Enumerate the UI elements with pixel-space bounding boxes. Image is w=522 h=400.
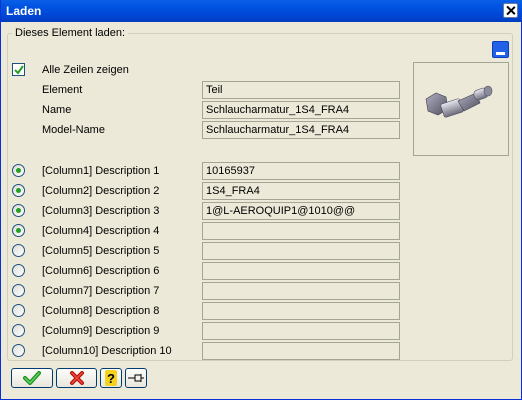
column5-field [202,242,400,260]
name-field: Schlaucharmatur_1S4_FRA4 [202,101,400,119]
column9-field [202,322,400,340]
column10-field [202,342,400,360]
element-field: Teil [202,81,400,99]
show-all-checkbox[interactable] [12,63,25,76]
title-bar[interactable]: Laden [1,0,522,22]
question-icon: ? [105,370,117,386]
minimize-icon[interactable] [492,41,509,58]
column4-radio[interactable] [12,224,25,237]
show-all-label: Alle Zeilen zeigen [42,64,129,76]
checkmark-icon [23,371,41,385]
model-name-field: Schlaucharmatur_1S4_FRA4 [202,121,400,139]
preview-panel[interactable] [413,62,509,156]
help-button[interactable]: ? [100,368,122,388]
column7-radio[interactable] [12,284,25,297]
column5-label: [Column5] Description 5 [42,245,160,257]
column5-radio[interactable] [12,244,25,257]
checkmark-icon [14,65,24,75]
column3-radio[interactable] [12,204,25,217]
column8-radio[interactable] [12,304,25,317]
column2-radio[interactable] [12,184,25,197]
column1-radio[interactable] [12,164,25,177]
element-label: Element [42,84,83,96]
column7-label: [Column7] Description 7 [42,285,160,297]
column8-field [202,302,400,320]
column4-label: [Column4] Description 4 [42,225,160,237]
column10-label: [Column10] Description 10 [42,345,172,357]
column8-label: [Column8] Description 8 [42,305,160,317]
column10-radio[interactable] [12,344,25,357]
name-label: Name [42,104,72,116]
column2-field: 1S4_FRA4 [202,182,400,200]
column9-radio[interactable] [12,324,25,337]
group-legend: Dieses Element laden: [12,27,129,39]
column2-label: [Column2] Description 2 [42,185,160,197]
column3-label: [Column3] Description 3 [42,205,160,217]
column9-label: [Column9] Description 9 [42,325,160,337]
svg-text:?: ? [107,371,115,386]
pin-icon [128,374,144,382]
close-icon[interactable] [503,3,518,18]
column6-radio[interactable] [12,264,25,277]
x-icon [69,371,84,385]
column4-field [202,222,400,240]
column1-field: 10165937 [202,162,400,180]
model-name-label: Model-Name [42,124,105,136]
column3-field: 1@L-AEROQUIP1@1010@@ [202,202,400,220]
column6-field [202,262,400,280]
hose-fitting-preview [425,85,493,118]
pin-button[interactable] [125,368,147,388]
column6-label: [Column6] Description 6 [42,265,160,277]
ok-button[interactable] [11,368,53,388]
column7-field [202,282,400,300]
window-title: Laden [6,4,42,18]
cancel-button[interactable] [56,368,97,388]
column1-label: [Column1] Description 1 [42,165,160,177]
